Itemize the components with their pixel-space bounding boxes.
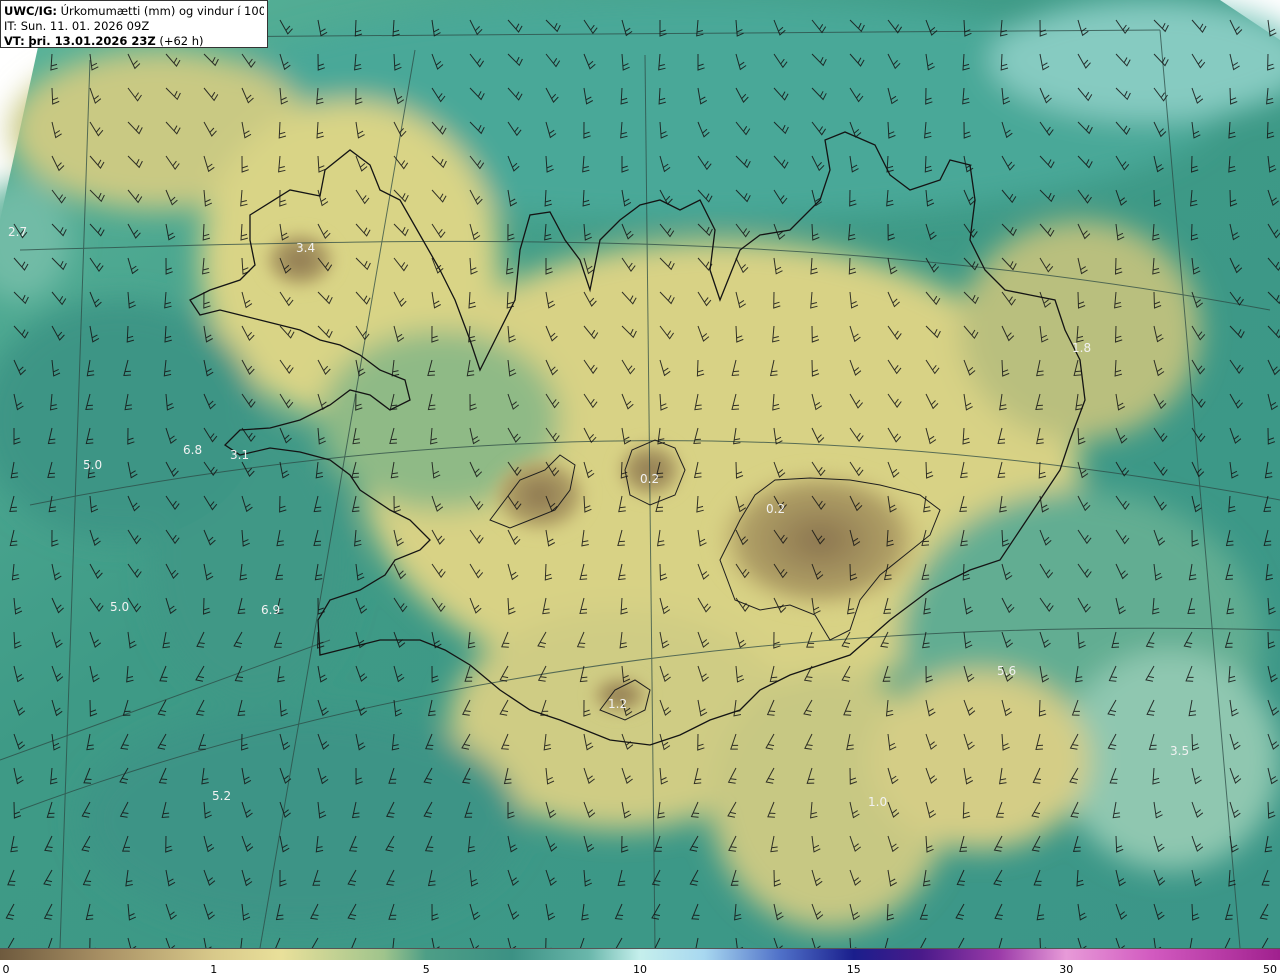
value-label: 1.2	[608, 697, 627, 711]
value-label: 5.2	[212, 789, 231, 803]
value-label: 5.6	[997, 664, 1016, 678]
value-label: 0.2	[766, 502, 785, 516]
colorbar-tick-label: 5	[422, 963, 430, 976]
value-label: 3.1	[230, 448, 249, 462]
init-time-label: IT:	[4, 19, 18, 33]
colorbar	[0, 948, 1280, 960]
colorbar-tick-label: 0	[2, 963, 10, 976]
colorbar-ticks: 0 1 5 10 15 30 50	[0, 960, 1280, 978]
colorbar-tick-label: 50	[1263, 963, 1277, 976]
colorbar-tick-label: 10	[633, 963, 647, 976]
product-title: Úrkomumætti (mm) og vindur í 100m hæð	[60, 4, 264, 18]
value-label: 1.8	[1072, 341, 1091, 355]
init-time-value: Sun. 11. 01. 2026 09Z	[20, 19, 150, 33]
value-label: 2.7	[8, 225, 27, 239]
valid-time-label: VT:	[4, 34, 25, 48]
valid-time-value: þri. 13.01.2026 23Z	[28, 34, 156, 48]
value-label: 1.0	[868, 795, 887, 809]
value-label: 5.0	[110, 600, 129, 614]
valid-time-line: VT: þri. 13.01.2026 23Z (+62 h)	[4, 34, 264, 49]
product-title-line: UWC/IG: Úrkomumætti (mm) og vindur í 100…	[4, 4, 264, 19]
value-label: 6.8	[183, 443, 202, 457]
forecast-info-box: UWC/IG: Úrkomumætti (mm) og vindur í 100…	[0, 0, 268, 48]
value-label: 0.2	[640, 472, 659, 486]
colorbar-tick-label: 1	[210, 963, 218, 976]
colorbar-tick-label: 15	[846, 963, 861, 976]
colorbar-tick-label: 30	[1059, 963, 1074, 976]
value-label: 6.9	[261, 603, 280, 617]
value-label: 3.5	[1170, 744, 1189, 758]
init-time-line: IT: Sun. 11. 01. 2026 09Z	[4, 19, 264, 34]
product-code: UWC/IG:	[4, 4, 57, 18]
value-label: 3.4	[296, 241, 315, 255]
value-label: 5.0	[83, 458, 102, 472]
valid-time-offset: (+62 h)	[159, 34, 204, 48]
precipitation-map: 2.7 3.4 5.0 6.8 3.1 0.2 0.2 5.0 6.9 5.6 …	[0, 0, 1280, 948]
